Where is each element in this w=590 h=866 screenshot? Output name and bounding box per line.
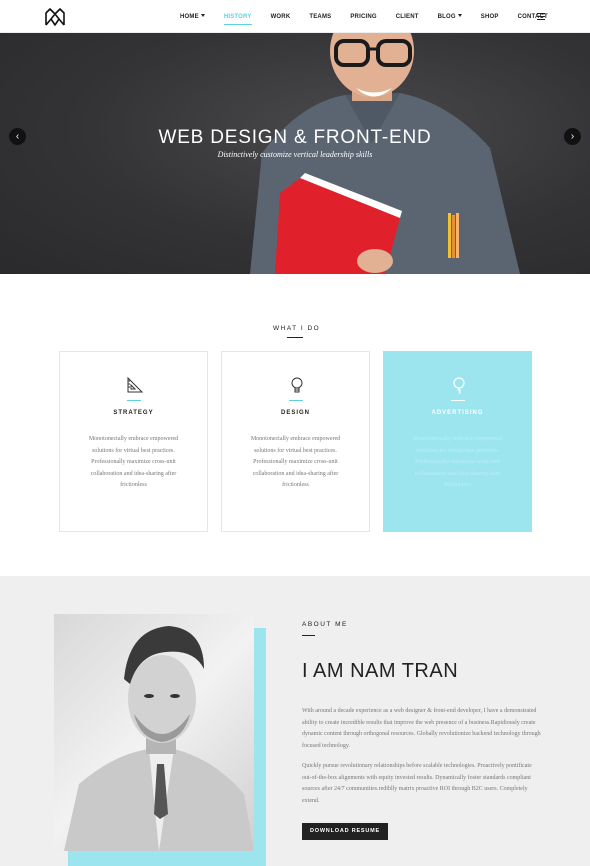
download-resume-button[interactable]: DOWNLOAD RESUME — [302, 823, 388, 840]
service-card-strategy[interactable]: STRATEGY Monotonectally embrace empowere… — [59, 351, 208, 532]
top-navbar: HOME HISTORY WORK TEAMS PRICING CLIENT B… — [0, 0, 590, 33]
about-paragraph: Quickly pursue revolutionary relationshi… — [302, 763, 532, 804]
balloon-icon — [453, 377, 465, 394]
about-label: ABOUT ME — [302, 621, 348, 628]
menu-item-pricing[interactable]: PRICING — [350, 14, 376, 20]
about-section: ABOUT ME I AM NAM TRAN With around a dec… — [0, 576, 590, 866]
menu-item-blog[interactable]: BLOG — [438, 14, 462, 20]
menu-item-client[interactable]: CLIENT — [396, 14, 419, 20]
card-accent-line — [289, 400, 303, 401]
hero-subtitle: Distinctively customize vertical leaders… — [217, 150, 373, 159]
menu-item-work[interactable]: WORK — [271, 14, 291, 20]
card-title: DESIGN — [280, 410, 310, 416]
card-title: ADVERTISING — [431, 410, 484, 416]
prev-slide-arrow-icon[interactable]: ‹ — [9, 128, 26, 145]
card-title: STRATEGY — [113, 410, 154, 416]
chevron-down-icon — [200, 14, 205, 18]
lightbulb-icon — [291, 377, 303, 393]
section-title-underline — [287, 337, 303, 338]
main-menu: HOME HISTORY WORK TEAMS PRICING CLIENT B… — [180, 0, 567, 33]
service-card-design[interactable]: DESIGN Monotonectally embrace empowered … — [221, 351, 370, 532]
menu-item-history[interactable]: HISTORY — [223, 14, 252, 25]
ruler-triangle-icon — [127, 376, 144, 393]
card-accent-line — [451, 400, 465, 401]
card-text: Monotonectally embrace empowered solutio… — [412, 436, 503, 488]
about-name-heading: I AM NAM TRAN — [302, 660, 459, 682]
about-label-underline — [302, 635, 315, 636]
about-paragraph: With around a decade experience as a web… — [302, 708, 541, 749]
card-text: Monotonectally embrace empowered solutio… — [88, 436, 179, 488]
chevron-down-icon — [457, 14, 462, 18]
menu-item-shop[interactable]: SHOP — [481, 14, 499, 20]
hamburger-menu-icon[interactable] — [537, 13, 545, 20]
menu-item-home[interactable]: HOME — [180, 14, 205, 20]
hero-slider: WEB DESIGN & FRONT-END Distinctively cus… — [0, 33, 590, 274]
logo-icon[interactable] — [45, 8, 65, 26]
card-text: Monotonectally embrace empowered solutio… — [250, 436, 341, 488]
portrait-image — [64, 626, 254, 851]
card-accent-line — [127, 400, 141, 401]
menu-item-teams[interactable]: TEAMS — [309, 14, 331, 20]
service-card-advertising[interactable]: ADVERTISING Monotonectally embrace empow… — [383, 351, 532, 532]
next-slide-arrow-icon[interactable]: › — [564, 128, 581, 145]
profile-photo — [54, 614, 254, 851]
section-title-what-i-do: WHAT I DO — [273, 325, 321, 332]
hero-title: WEB DESIGN & FRONT-END — [158, 127, 432, 148]
